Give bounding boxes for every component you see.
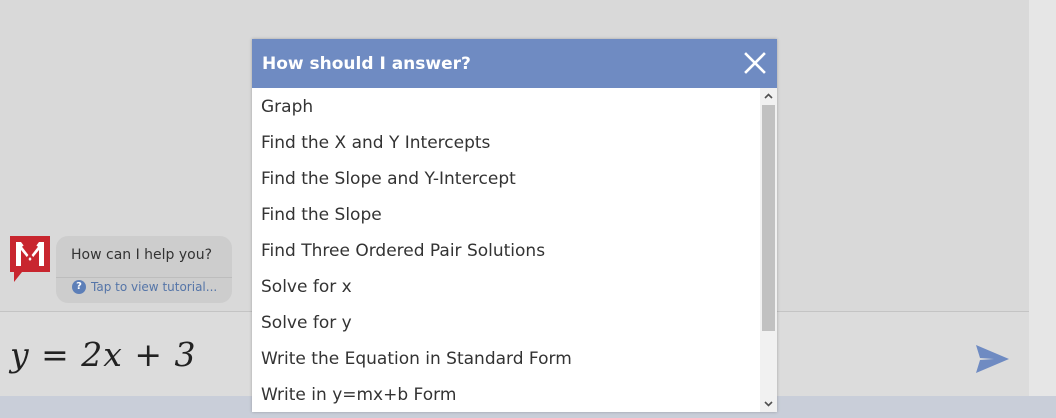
option-standard-form[interactable]: Write the Equation in Standard Form bbox=[252, 340, 760, 376]
tutorial-link[interactable]: ? Tap to view tutorial... bbox=[72, 280, 217, 294]
option-find-intercepts[interactable]: Find the X and Y Intercepts bbox=[252, 124, 760, 160]
options-scrollbar[interactable] bbox=[760, 88, 777, 412]
close-icon bbox=[744, 52, 766, 74]
scroll-up-button[interactable] bbox=[760, 88, 777, 105]
option-graph[interactable]: Graph bbox=[252, 88, 760, 124]
option-find-slope[interactable]: Find the Slope bbox=[252, 196, 760, 232]
bubble-divider bbox=[56, 277, 232, 278]
scrollbar-thumb[interactable] bbox=[762, 105, 775, 331]
send-button[interactable] bbox=[972, 340, 1012, 378]
option-solve-x[interactable]: Solve for x bbox=[252, 268, 760, 304]
dialog-title: How should I answer? bbox=[262, 54, 471, 74]
option-find-slope-intercept[interactable]: Find the Slope and Y-Intercept bbox=[252, 160, 760, 196]
help-circle-icon: ? bbox=[72, 280, 86, 294]
option-solve-y[interactable]: Solve for y bbox=[252, 304, 760, 340]
chat-bubble: How can I help you? ? Tap to view tutori… bbox=[56, 236, 232, 303]
option-ordered-pairs[interactable]: Find Three Ordered Pair Solutions bbox=[252, 232, 760, 268]
close-button[interactable] bbox=[743, 51, 767, 75]
equation-input[interactable]: y = 2x + 3 bbox=[10, 325, 197, 385]
dialog-header: How should I answer? bbox=[252, 39, 777, 88]
chevron-down-icon bbox=[764, 401, 773, 407]
answer-options-list: Graph Find the X and Y Intercepts Find t… bbox=[252, 88, 760, 412]
option-slope-intercept-form[interactable]: Write in y=mx+b Form bbox=[252, 376, 760, 412]
scroll-down-button[interactable] bbox=[760, 395, 777, 412]
page-scroll-strip bbox=[1029, 0, 1056, 396]
send-arrow-icon bbox=[976, 345, 1009, 373]
mathway-logo-icon bbox=[10, 236, 50, 282]
tutorial-link-label: Tap to view tutorial... bbox=[91, 280, 218, 294]
chat-greeting: How can I help you? bbox=[71, 247, 213, 263]
answer-type-dialog: How should I answer? Graph Find the X an… bbox=[252, 39, 777, 412]
chevron-up-icon bbox=[764, 93, 773, 99]
